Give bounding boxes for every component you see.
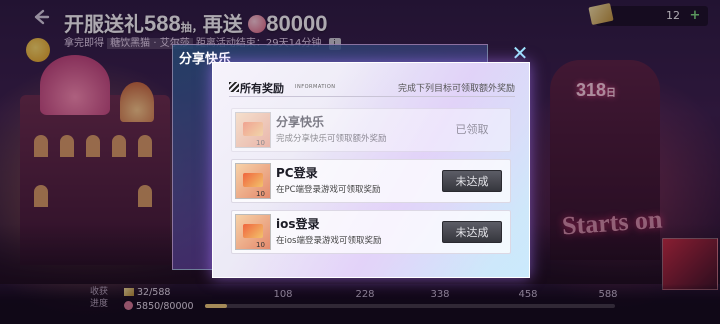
task-row-pc-login: 10 PC登录 在PC端登录游戏可领取奖励 未达成 [231,159,511,203]
rewards-panel: 所有奖励 INFORMATION 完成下列目标可领取额外奖励 10 分享快乐 完… [212,62,530,278]
not-achieved-button[interactable]: 未达成 [442,170,502,192]
task-row-ios-login: 10 ios登录 在ios端登录游戏可领取奖励 未达成 [231,210,511,254]
reward-quantity: 10 [256,190,265,198]
task-title: ios登录 [276,217,320,231]
stripes-icon [229,82,239,92]
reward-quantity: 10 [256,139,265,147]
task-description: 在ios端登录游戏可领取奖励 [276,236,382,246]
reward-item-icon [235,214,271,250]
claimed-status: 已领取 [455,123,489,136]
close-icon[interactable]: ✕ [510,43,530,64]
task-title: 分享快乐 [276,115,325,129]
section-hint: 完成下列目标可领取额外奖励 [397,84,515,94]
task-description: 在PC端登录游戏可领取奖励 [276,185,381,195]
reward-quantity: 10 [256,241,265,249]
task-description: 完成分享快乐可领取额外奖励 [276,134,387,144]
rewards-header: 所有奖励 INFORMATION 完成下列目标可领取额外奖励 [229,78,515,96]
section-title: 所有奖励 [240,82,284,95]
not-achieved-button[interactable]: 未达成 [442,221,502,243]
reward-item-icon [235,163,271,199]
task-title: PC登录 [276,166,318,180]
divider [229,96,515,97]
task-row-share: 10 分享快乐 完成分享快乐可领取额外奖励 已领取 [231,108,511,152]
section-subtitle: INFORMATION [295,84,336,90]
reward-item-icon [235,112,271,148]
